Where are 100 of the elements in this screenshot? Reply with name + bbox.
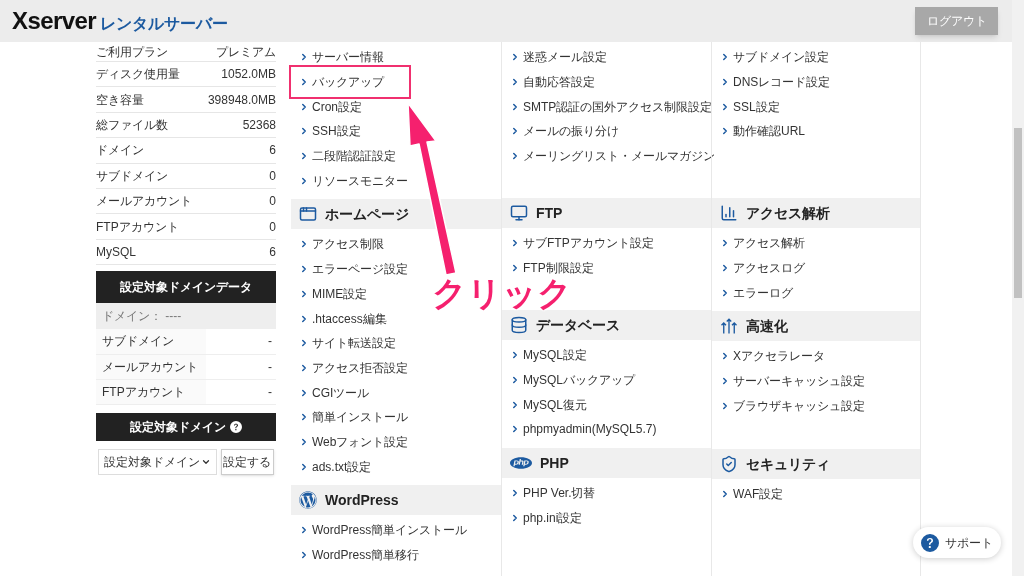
chevron-icon [299, 525, 309, 536]
menu-link[interactable]: SSH設定 [291, 122, 361, 141]
summary-label: 総ファイル数 [96, 116, 168, 134]
summary-value: 6 [269, 243, 276, 261]
menu-link[interactable]: アクセス拒否設定 [291, 358, 408, 377]
menu-link[interactable]: WordPress簡単インストール [291, 521, 468, 540]
chevron-icon [510, 513, 520, 524]
menu-link[interactable]: MySQLバックアップ [502, 371, 635, 390]
menu-link[interactable]: SMTP認証の国外アクセス制限設定 [502, 97, 713, 116]
menu-link[interactable]: Webフォント設定 [291, 432, 409, 451]
scrollbar[interactable] [1012, 0, 1024, 576]
chevron-icon [720, 489, 730, 500]
apply-button[interactable]: 設定する [220, 449, 274, 476]
arrows-up-icon [720, 317, 738, 336]
menu-link[interactable]: MySQL設定 [502, 346, 587, 365]
chevron-icon [299, 101, 309, 112]
summary-label: ご利用プラン [96, 43, 168, 61]
chevron-icon [299, 387, 309, 398]
menu-link[interactable]: PHP Ver.切替 [502, 484, 596, 503]
menu-link[interactable]: Xアクセラレータ [712, 347, 825, 366]
support-button[interactable]: サポート [913, 527, 1001, 558]
summary-value: プレミアム [216, 43, 276, 61]
menu-link[interactable]: MIME設定 [291, 284, 368, 303]
section-title: PHP [540, 453, 569, 473]
menu-link[interactable]: エラーページ設定 [291, 260, 408, 279]
menu-link[interactable]: WAF設定 [712, 485, 784, 504]
menu-link[interactable]: WordPress簡単移行 [291, 546, 420, 565]
chevron-icon [720, 126, 730, 137]
menu-link[interactable]: DNSレコード設定 [712, 73, 831, 92]
help-icon [921, 533, 939, 552]
menu-link[interactable]: MySQL復元 [502, 395, 587, 414]
menu-link[interactable]: サブドメイン設定 [712, 48, 829, 67]
chevron-icon [299, 126, 309, 137]
menu-link[interactable]: SSL設定 [712, 97, 780, 116]
menu-link[interactable]: php.ini設定 [502, 509, 583, 528]
monitor-icon [510, 204, 528, 222]
menu-link[interactable]: バックアップ [291, 67, 409, 98]
logo-brand: Xserver [12, 9, 96, 33]
menu-link[interactable]: アクセスログ [712, 259, 805, 278]
database-icon [510, 316, 528, 334]
menu-link[interactable]: 自動応答設定 [502, 73, 595, 92]
table-cell-text: - [267, 333, 273, 351]
chevron-icon [299, 338, 309, 349]
summary-label: ドメイン [96, 142, 144, 160]
menu-link[interactable]: アクセス制限 [291, 235, 384, 254]
menu-link[interactable]: 迷惑メール設定 [502, 48, 607, 67]
menu-link[interactable]: サイト転送設定 [291, 334, 396, 353]
help-icon[interactable] [230, 421, 242, 434]
menu-link[interactable]: 簡単インストール [291, 408, 408, 427]
menu-link[interactable]: Cron設定 [291, 97, 362, 116]
chevron-icon [720, 400, 730, 411]
chevron-icon [510, 126, 520, 137]
menu-link[interactable]: FTP制限設定 [502, 259, 594, 278]
section-title: データベース [536, 315, 620, 335]
chevron-icon [510, 399, 520, 410]
menu-link[interactable]: サーバー情報 [291, 48, 384, 67]
menu-link[interactable]: phpmyadmin(MySQL5.7) [502, 420, 657, 439]
chevron-icon [299, 362, 309, 373]
chevron-icon [510, 101, 520, 112]
chevron-icon [720, 77, 730, 88]
logo-product: レンタルサーバー [99, 16, 228, 33]
menu-link[interactable]: ブラウザキャッシュ設定 [712, 396, 865, 415]
menu-link[interactable]: アクセス解析 [712, 234, 805, 253]
chevron-icon [299, 239, 309, 250]
section-title: セキュリティ [746, 454, 830, 474]
summary-value: 6 [269, 142, 276, 160]
chevron-icon [510, 350, 520, 361]
menu-link[interactable]: ads.txt設定 [291, 457, 372, 476]
chevron-icon [299, 52, 309, 63]
menu-link[interactable]: .htaccess編集 [291, 309, 387, 328]
bar-chart-icon [720, 204, 738, 222]
menu-link[interactable]: 二段階認証設定 [291, 147, 396, 166]
summary-value: 398948.0MB [207, 91, 276, 109]
chevron-icon [510, 424, 520, 435]
chevron-icon [299, 264, 309, 275]
menu-link[interactable]: メールの振り分け [502, 122, 619, 141]
chevron-icon [299, 412, 309, 423]
chevron-icon [510, 52, 520, 63]
summary-value: 0 [269, 218, 276, 236]
menu-link[interactable]: CGIツール [291, 383, 370, 402]
menu-link[interactable]: リソースモニター [291, 171, 408, 190]
menu-link[interactable]: エラーログ [712, 283, 793, 302]
chevron-icon [720, 287, 730, 298]
chevron-icon [720, 263, 730, 274]
domain-select[interactable]: 設定対象ドメイン [98, 449, 217, 476]
shield-icon [720, 455, 738, 474]
summary-label: MySQL [96, 243, 136, 261]
menu-link[interactable]: 動作確認URL [712, 122, 805, 141]
chevron-icon [299, 313, 309, 324]
chevron-icon [720, 238, 730, 249]
chevron-icon [299, 461, 309, 472]
window-icon [299, 205, 317, 224]
chevron-icon [299, 175, 309, 186]
menu-link[interactable]: サーバーキャッシュ設定 [712, 372, 865, 391]
chevron-icon [510, 238, 520, 249]
section-title: WordPress [325, 490, 399, 510]
section-title: 高速化 [746, 316, 788, 336]
summary-value: 52368 [242, 116, 276, 134]
menu-link[interactable]: サブFTPアカウント設定 [502, 234, 654, 253]
summary-label: ディスク使用量 [96, 66, 180, 84]
